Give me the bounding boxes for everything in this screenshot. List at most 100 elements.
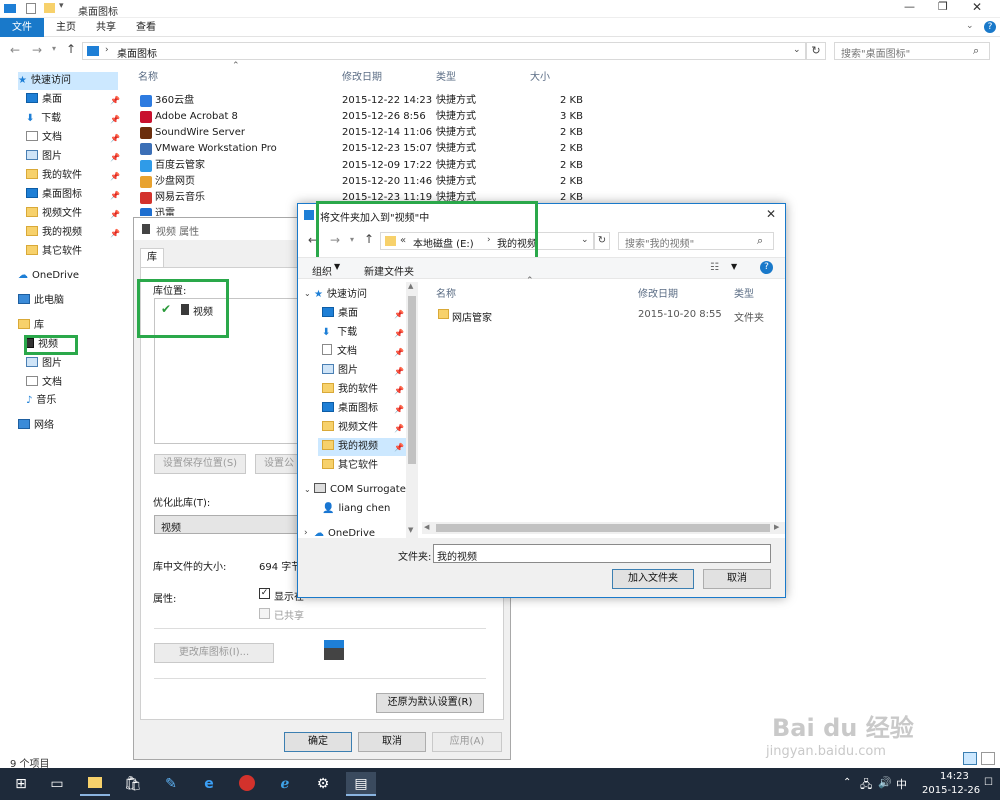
table-row[interactable]: 百度云管家 2015-12-09 17:22 快捷方式 2 KB xyxy=(140,158,590,174)
edge-icon[interactable]: e xyxy=(194,772,224,796)
change-library-icon-button[interactable]: 更改库图标(I)... xyxy=(154,643,274,663)
network-tray-icon[interactable]: 🖧 xyxy=(860,776,872,795)
nav-video-files[interactable]: 视频文件 xyxy=(26,205,82,223)
nav-my-videos[interactable]: 我的视频 xyxy=(26,224,82,242)
col-type[interactable]: 类型 xyxy=(436,68,456,88)
settings-gear-icon[interactable]: ⚙ xyxy=(308,772,338,796)
dialog-cancel-button[interactable]: 取消 xyxy=(703,569,771,589)
properties-quick-icon[interactable] xyxy=(26,3,36,14)
nav-my-software[interactable]: 我的软件 xyxy=(26,167,82,185)
scroll-right-icon[interactable]: ▶ xyxy=(774,523,779,531)
nav-other-software[interactable]: 其它软件 xyxy=(322,457,378,475)
nav-lib-documents[interactable]: 文档 xyxy=(26,374,62,392)
table-row[interactable]: 沙盘网页 2015-12-20 11:46 快捷方式 2 KB xyxy=(140,174,590,190)
scroll-thumb[interactable] xyxy=(408,296,416,464)
nav-scrollbar[interactable]: ▲ ▼ xyxy=(406,282,418,538)
new-folder-button[interactable]: 新建文件夹 xyxy=(364,263,414,278)
dialog-refresh-button[interactable]: ↻ xyxy=(594,232,610,250)
file-explorer-icon[interactable] xyxy=(80,772,110,796)
nav-onedrive[interactable]: ☁ OneDrive xyxy=(18,267,79,285)
col-name[interactable]: 名称 xyxy=(138,68,158,88)
expand-ribbon-icon[interactable]: ⌄ xyxy=(966,21,974,31)
organize-button[interactable]: 组织 xyxy=(312,263,332,278)
nav-documents[interactable]: 文档 xyxy=(322,343,357,361)
dropdown-icon[interactable]: ▾ xyxy=(59,1,64,11)
nav-downloads[interactable]: ⬇ 下载 xyxy=(322,324,357,342)
forward-icon[interactable]: → xyxy=(32,43,42,57)
nav-desktop-icons[interactable]: 桌面图标 xyxy=(26,186,82,204)
scroll-left-icon[interactable]: ◀ xyxy=(424,523,429,531)
nav-desktop[interactable]: 桌面 xyxy=(26,91,62,109)
col-name[interactable]: 名称 xyxy=(436,285,456,300)
tab-home[interactable]: 主页 xyxy=(46,18,86,37)
nav-pictures[interactable]: 图片 xyxy=(322,362,358,380)
scroll-thumb[interactable] xyxy=(436,524,770,532)
task-view-icon[interactable]: ▭ xyxy=(42,772,72,796)
collapse-quick-icon[interactable]: ⌄ xyxy=(304,289,311,298)
search-icon[interactable]: ⌕ xyxy=(973,44,979,58)
nav-quick-access[interactable]: ★ 快速访问 xyxy=(314,286,367,304)
clock-date[interactable]: 2015-12-26 xyxy=(922,785,980,796)
start-icon[interactable]: ⊞ xyxy=(6,772,36,796)
collapse-com-icon[interactable]: ⌄ xyxy=(304,485,311,494)
ok-button[interactable]: 确定 xyxy=(284,732,352,752)
help-icon[interactable]: ? xyxy=(984,21,996,33)
add-folder-button[interactable]: 加入文件夹 xyxy=(612,569,694,589)
tab-share[interactable]: 共享 xyxy=(86,18,126,37)
ie-icon[interactable]: ℯ xyxy=(270,772,300,796)
folder-input[interactable]: 我的视频 xyxy=(433,544,771,563)
minimize-icon[interactable]: — xyxy=(904,0,915,13)
nav-lib-music[interactable]: ♪ 音乐 xyxy=(26,392,56,410)
nav-com-surrogate[interactable]: COM Surrogate xyxy=(314,481,406,499)
restore-defaults-button[interactable]: 还原为默认设置(R) xyxy=(376,693,484,713)
address-bar[interactable]: › 桌面图标 ⌄ xyxy=(82,42,806,60)
set-save-location-button[interactable]: 设置保存位置(S) xyxy=(154,454,246,474)
nav-my-videos-selected[interactable]: 我的视频 xyxy=(318,438,406,456)
store-icon[interactable]: 🛍 xyxy=(118,772,148,796)
notification-icon[interactable]: ☐ xyxy=(984,777,993,788)
nav-this-pc[interactable]: 此电脑 xyxy=(18,292,64,310)
dialog-help-icon[interactable]: ? xyxy=(760,261,773,274)
nav-documents[interactable]: 文档 xyxy=(26,129,62,147)
details-view-icon[interactable] xyxy=(963,752,977,765)
address-dropdown-icon[interactable]: ⌄ xyxy=(793,45,801,55)
nav-other-software[interactable]: 其它软件 xyxy=(26,243,82,261)
dialog-search-input[interactable]: 搜索"我的视频" ⌕ xyxy=(618,232,774,250)
refresh-button[interactable]: ↻ xyxy=(806,42,826,60)
breadcrumb[interactable]: 桌面图标 xyxy=(117,45,157,60)
nav-video-files[interactable]: 视频文件 xyxy=(322,419,378,437)
netease-music-icon[interactable] xyxy=(232,772,262,796)
col-modified[interactable]: 修改日期 xyxy=(342,68,382,88)
library-window-icon[interactable]: ▤ xyxy=(346,772,376,796)
nav-downloads[interactable]: ⬇ 下载 xyxy=(26,110,61,128)
nav-quick-access[interactable]: ★ 快速访问 xyxy=(18,72,118,90)
tab-view[interactable]: 查看 xyxy=(126,18,166,37)
table-row[interactable]: 网店管家 2015-10-20 8:55 文件夹 xyxy=(436,307,784,324)
apply-button[interactable]: 应用(A) xyxy=(432,732,502,752)
col-modified[interactable]: 修改日期 xyxy=(638,285,678,300)
nav-network[interactable]: 网络 xyxy=(18,417,54,435)
clock-time[interactable]: 14:23 xyxy=(940,771,969,782)
view-options-icon[interactable]: ☷ xyxy=(710,262,719,273)
back-icon[interactable]: ← xyxy=(10,43,20,57)
nav-desktop-icons[interactable]: 桌面图标 xyxy=(322,400,378,418)
table-row[interactable]: 360云盘 2015-12-22 14:23 快捷方式 2 KB xyxy=(140,93,590,109)
scroll-up-icon[interactable]: ▲ xyxy=(408,282,413,290)
new-folder-quick-icon[interactable] xyxy=(44,3,55,13)
recent-dropdown-icon[interactable]: ▾ xyxy=(52,44,56,53)
large-icons-view-icon[interactable] xyxy=(981,752,995,765)
view-dropdown-icon[interactable]: ▼ xyxy=(731,262,737,271)
nav-library[interactable]: 库 xyxy=(18,317,44,335)
nav-user[interactable]: 👤 liang chen xyxy=(322,500,390,518)
volume-icon[interactable]: 🔊 xyxy=(878,776,892,789)
table-row[interactable]: VMware Workstation Pro 2015-12-23 15:07 … xyxy=(140,141,590,157)
optimize-select[interactable]: 视频 xyxy=(154,515,304,534)
table-row[interactable]: Adobe Acrobat 8 2015-12-26 8:56 快捷方式 3 K… xyxy=(140,109,590,125)
maximize-icon[interactable]: ❐ xyxy=(938,0,948,13)
up-icon[interactable]: ↑ xyxy=(66,42,76,56)
dialog-close-icon[interactable]: ✕ xyxy=(766,207,776,221)
nav-onedrive[interactable]: ☁ OneDrive xyxy=(314,525,375,538)
feather-icon[interactable]: ✎ xyxy=(156,772,186,796)
cancel-button[interactable]: 取消 xyxy=(358,732,426,752)
table-row[interactable]: SoundWire Server 2015-12-14 11:06 快捷方式 2… xyxy=(140,125,590,141)
